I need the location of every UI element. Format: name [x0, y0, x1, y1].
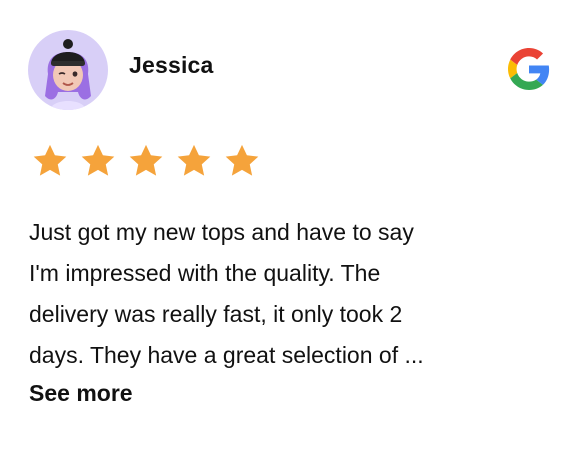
- memoji-avatar-icon: [45, 39, 91, 110]
- review-text-line: Just got my new tops and have to say: [29, 219, 414, 245]
- reviewer-name: Jessica: [129, 52, 214, 78]
- review-card: Jessica Just got my new tops and have to…: [0, 0, 584, 452]
- star-icon: [225, 144, 259, 176]
- review-text-line: days. They have a great selection of ...: [29, 342, 424, 368]
- star-icon: [81, 144, 115, 176]
- google-g-icon: [508, 48, 550, 90]
- review-text: Just got my new tops and have to say I'm…: [29, 212, 549, 376]
- star-icon: [177, 144, 211, 176]
- reviewer-avatar: [28, 30, 108, 110]
- star-rating: [30, 142, 262, 180]
- star-icon: [33, 144, 67, 176]
- review-text-line: I'm impressed with the quality. The: [29, 260, 381, 286]
- star-icon: [129, 144, 163, 176]
- see-more-link[interactable]: See more: [29, 380, 133, 407]
- review-text-line: delivery was really fast, it only took 2: [29, 301, 403, 327]
